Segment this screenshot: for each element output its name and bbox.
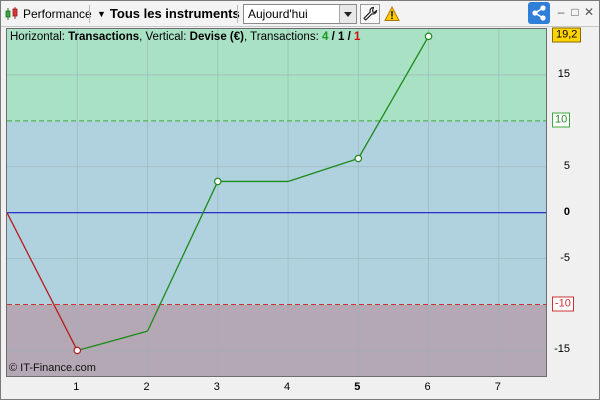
x-tick-label: 7 <box>494 381 501 393</box>
warning-icon[interactable] <box>384 6 400 22</box>
last-value-label: 19,2 <box>552 27 582 43</box>
legend-vertical-value: Devise (€) <box>189 31 244 43</box>
data-point-marker <box>213 177 222 186</box>
x-tick-label: 2 <box>143 381 150 393</box>
period-value: Aujourd'hui <box>248 7 308 21</box>
y-axis: 10 -10 19,2 15 5 0 -5 -15 <box>548 27 600 377</box>
equity-segment-gain <box>357 36 430 159</box>
chevron-down-icon[interactable] <box>339 5 356 23</box>
toolbar: Performance ▼ Tous les instruments Aujour… <box>1 1 599 27</box>
lower-threshold-label: -10 <box>552 296 574 312</box>
caret-down-icon: ▼ <box>97 9 106 19</box>
candlestick-icon[interactable] <box>5 7 19 21</box>
legend-horizontal-label: Horizontal: <box>10 31 65 43</box>
instruments-label: Tous les instruments <box>109 6 240 21</box>
y-tick-label: 0 <box>563 205 570 218</box>
x-tick-label: 5 <box>354 381 361 393</box>
x-tick-label: 6 <box>424 381 431 393</box>
legend-slash: / <box>328 31 338 43</box>
data-point-marker <box>354 154 363 163</box>
x-tick-label: 4 <box>283 381 291 393</box>
performance-label[interactable]: Performance <box>23 1 92 27</box>
toolbar-separator <box>89 5 90 23</box>
y-tick-label: 5 <box>563 159 570 172</box>
x-tick-label: 3 <box>213 381 220 393</box>
equity-segment-loss <box>7 212 78 351</box>
upper-threshold-label: 10 <box>552 112 571 128</box>
data-point-marker <box>424 32 433 41</box>
settings-button[interactable] <box>360 4 380 24</box>
chart-plot-area[interactable]: Horizontal: Transactions, Vertical: Devi… <box>6 28 547 377</box>
legend-slash: / <box>344 31 354 43</box>
transactions-loss: 1 <box>353 31 361 43</box>
maximize-icon[interactable]: □ <box>568 5 582 19</box>
equity-segment-gain <box>287 157 359 183</box>
y-tick-label: 15 <box>557 67 570 80</box>
legend-vertical-label: , Vertical: <box>139 31 187 43</box>
legend-horizontal-value: Transactions <box>68 31 140 43</box>
y-tick-label: -5 <box>560 251 570 264</box>
period-select[interactable]: Aujourd'hui <box>243 4 357 24</box>
legend-transactions-label: , Transactions: <box>243 31 319 43</box>
share-button[interactable] <box>528 2 550 24</box>
toolbar-separator <box>237 5 238 23</box>
performance-window: Performance ▼ Tous les instruments Aujour… <box>0 0 600 400</box>
share-icon <box>532 5 546 21</box>
x-axis: 1 2 3 4 5 6 7 <box>6 377 547 400</box>
wrench-icon <box>363 6 378 21</box>
chart-svg <box>7 29 546 376</box>
x-tick-label: 1 <box>73 381 80 393</box>
chart-legend: Horizontal: Transactions, Vertical: Devi… <box>10 31 360 43</box>
close-icon[interactable]: ✕ <box>582 5 596 19</box>
copyright-credit: © IT-Finance.com <box>9 362 96 374</box>
data-point-marker <box>73 346 82 355</box>
minimize-icon[interactable]: – <box>554 5 568 19</box>
y-tick-label: -15 <box>554 343 570 356</box>
equity-segment-gain <box>146 181 219 332</box>
equity-segment-gain <box>77 330 148 352</box>
instruments-dropdown[interactable]: ▼ Tous les instruments <box>97 1 240 27</box>
